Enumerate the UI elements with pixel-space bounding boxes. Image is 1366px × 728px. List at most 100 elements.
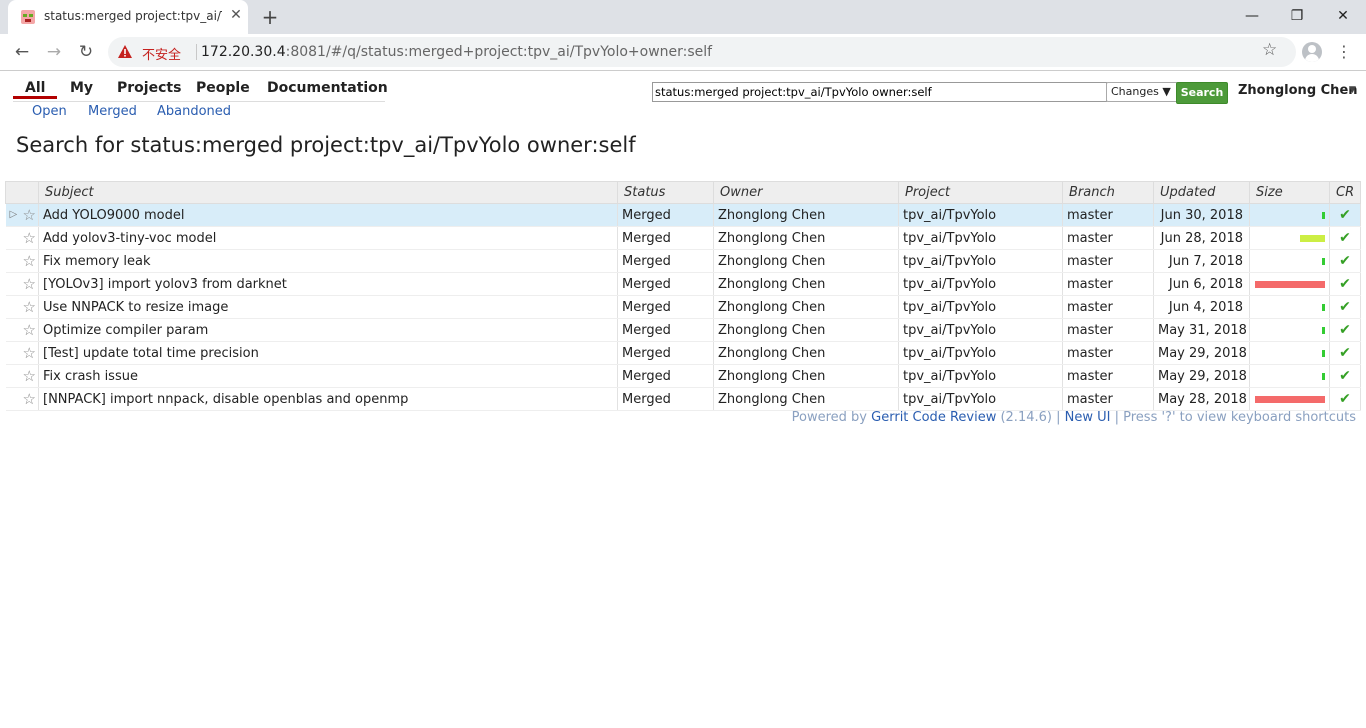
- cell-project[interactable]: tpv_ai/TpvYolo: [898, 272, 1063, 296]
- cell-subject[interactable]: Add YOLO9000 model: [38, 203, 618, 227]
- close-window-icon[interactable]: ✕: [1323, 4, 1363, 28]
- browser-toolbar: ← → ↻ 不安全 172.20.30.4:8081/#/q/status:me…: [0, 34, 1366, 71]
- star-icon[interactable]: ☆: [23, 367, 36, 385]
- star-icon[interactable]: ☆: [23, 275, 36, 293]
- row-icons: ☆: [5, 364, 39, 388]
- cell-branch[interactable]: master: [1062, 318, 1154, 342]
- close-tab-icon[interactable]: ✕: [228, 7, 244, 23]
- cell-branch[interactable]: master: [1062, 364, 1154, 388]
- cell-owner[interactable]: Zhonglong Chen: [713, 272, 899, 296]
- cell-subject[interactable]: [NNPACK] import nnpack, disable openblas…: [38, 387, 618, 411]
- cell-branch[interactable]: master: [1062, 295, 1154, 319]
- cell-owner[interactable]: Zhonglong Chen: [713, 295, 899, 319]
- cell-owner[interactable]: Zhonglong Chen: [713, 387, 899, 411]
- table-row[interactable]: ☆ [NNPACK] import nnpack, disable openbla…: [5, 387, 1361, 411]
- cell-subject[interactable]: [YOLOv3] import yolov3 from darknet: [38, 272, 618, 296]
- star-icon[interactable]: ☆: [23, 298, 36, 316]
- cell-owner[interactable]: Zhonglong Chen: [713, 203, 899, 227]
- back-icon[interactable]: ←: [10, 40, 34, 64]
- cell-subject[interactable]: [Test] update total time precision: [38, 341, 618, 365]
- search-input[interactable]: status:merged project:tpv_ai/TpvYolo own…: [652, 82, 1107, 102]
- cell-status: Merged: [617, 341, 714, 365]
- cell-updated: Jun 6, 2018: [1153, 272, 1250, 296]
- new-ui-link[interactable]: New UI: [1065, 410, 1111, 425]
- table-row[interactable]: ▷ ☆ Add YOLO9000 model Merged Zhonglong Chen…: [5, 203, 1361, 227]
- profile-avatar-icon[interactable]: [1302, 42, 1322, 62]
- new-tab-icon[interactable]: +: [258, 5, 282, 29]
- menu-people[interactable]: People: [196, 80, 250, 96]
- cell-subject[interactable]: Use NNPACK to resize image: [38, 295, 618, 319]
- menu-my[interactable]: My: [70, 80, 93, 96]
- star-icon[interactable]: ☆: [23, 252, 36, 270]
- cell-project[interactable]: tpv_ai/TpvYolo: [898, 226, 1063, 250]
- gerrit-link[interactable]: Gerrit Code Review: [871, 410, 996, 425]
- cell-owner[interactable]: Zhonglong Chen: [713, 226, 899, 250]
- address-host: 172.20.30.4: [201, 44, 286, 60]
- minimize-icon[interactable]: —: [1232, 4, 1272, 28]
- star-icon[interactable]: ☆: [23, 344, 36, 362]
- star-icon[interactable]: ☆: [23, 321, 36, 339]
- cell-subject[interactable]: Fix memory leak: [38, 249, 618, 273]
- forward-icon[interactable]: →: [42, 40, 66, 64]
- menu-documentation[interactable]: Documentation: [267, 80, 388, 96]
- cell-branch[interactable]: master: [1062, 249, 1154, 273]
- browser-tab[interactable]: status:merged project:tpv_ai/TpvYolo own…: [8, 0, 248, 34]
- menu-kebab-icon[interactable]: ⋮: [1336, 40, 1352, 64]
- submenu-merged[interactable]: Merged: [88, 104, 137, 119]
- address-bar[interactable]: 不安全 172.20.30.4:8081/#/q/status:merged+p…: [108, 37, 1296, 67]
- cell-project[interactable]: tpv_ai/TpvYolo: [898, 318, 1063, 342]
- cell-project[interactable]: tpv_ai/TpvYolo: [898, 364, 1063, 388]
- star-icon[interactable]: ☆: [23, 390, 36, 408]
- table-row[interactable]: ☆ Use NNPACK to resize image Merged Zhonglo…: [5, 295, 1361, 319]
- cell-owner[interactable]: Zhonglong Chen: [713, 341, 899, 365]
- cell-project[interactable]: tpv_ai/TpvYolo: [898, 387, 1063, 411]
- table-row[interactable]: ☆ Fix crash issue Merged Zhonglong Chen tpv_…: [5, 364, 1361, 388]
- size-bar: [1255, 280, 1325, 288]
- cell-project[interactable]: tpv_ai/TpvYolo: [898, 341, 1063, 365]
- row-icons: ☆: [5, 318, 39, 342]
- cell-updated: Jun 4, 2018: [1153, 295, 1250, 319]
- menu-projects[interactable]: Projects: [117, 80, 181, 96]
- gerrit-favicon-icon: [21, 10, 35, 24]
- cell-branch[interactable]: master: [1062, 226, 1154, 250]
- cell-owner[interactable]: Zhonglong Chen: [713, 364, 899, 388]
- header-branch: Branch: [1062, 181, 1154, 204]
- submenu-abandoned[interactable]: Abandoned: [157, 104, 231, 119]
- submenu-open[interactable]: Open: [32, 104, 67, 119]
- cell-subject[interactable]: Optimize compiler param: [38, 318, 618, 342]
- header-status: Status: [617, 181, 714, 204]
- star-icon[interactable]: ☆: [23, 229, 36, 247]
- cell-subject[interactable]: Fix crash issue: [38, 364, 618, 388]
- table-row[interactable]: ☆ Optimize compiler param Merged Zhonglong …: [5, 318, 1361, 342]
- cell-branch[interactable]: master: [1062, 341, 1154, 365]
- bookmark-star-icon[interactable]: ☆: [1262, 40, 1277, 60]
- cell-branch[interactable]: master: [1062, 272, 1154, 296]
- user-menu[interactable]: Zhonglong Chen: [1238, 83, 1358, 98]
- search-button[interactable]: Search: [1176, 82, 1228, 104]
- table-row[interactable]: ☆ Add yolov3-tiny-voc model Merged Zhonglon…: [5, 226, 1361, 250]
- cell-updated: Jun 28, 2018: [1153, 226, 1250, 250]
- cell-owner[interactable]: Zhonglong Chen: [713, 249, 899, 273]
- user-menu-arrow-icon[interactable]: ▼: [1349, 85, 1356, 95]
- cell-branch[interactable]: master: [1062, 203, 1154, 227]
- star-icon[interactable]: ☆: [23, 206, 36, 224]
- cell-size: [1249, 249, 1330, 273]
- cell-project[interactable]: tpv_ai/TpvYolo: [898, 203, 1063, 227]
- cell-owner[interactable]: Zhonglong Chen: [713, 318, 899, 342]
- reload-icon[interactable]: ↻: [74, 40, 98, 64]
- cell-branch[interactable]: master: [1062, 387, 1154, 411]
- header-size: Size: [1249, 181, 1330, 204]
- search-type-dropdown[interactable]: Changes ▼: [1106, 82, 1178, 102]
- top-menu: All My Projects People Documentation: [13, 79, 388, 102]
- table-row[interactable]: ☆ Fix memory leak Merged Zhonglong Chen tpv_…: [5, 249, 1361, 273]
- restore-icon[interactable]: ❐: [1277, 4, 1317, 28]
- table-row[interactable]: ☆ [YOLOv3] import yolov3 from darknet Merg…: [5, 272, 1361, 296]
- header-subject: Subject: [38, 181, 618, 204]
- size-bar: [1255, 395, 1325, 403]
- cell-project[interactable]: tpv_ai/TpvYolo: [898, 249, 1063, 273]
- table-row[interactable]: ☆ [Test] update total time precision Merge…: [5, 341, 1361, 365]
- cell-subject[interactable]: Add yolov3-tiny-voc model: [38, 226, 618, 250]
- cell-project[interactable]: tpv_ai/TpvYolo: [898, 295, 1063, 319]
- menu-all[interactable]: All: [25, 80, 45, 96]
- address-url[interactable]: 172.20.30.4:8081/#/q/status:merged+proje…: [201, 44, 712, 60]
